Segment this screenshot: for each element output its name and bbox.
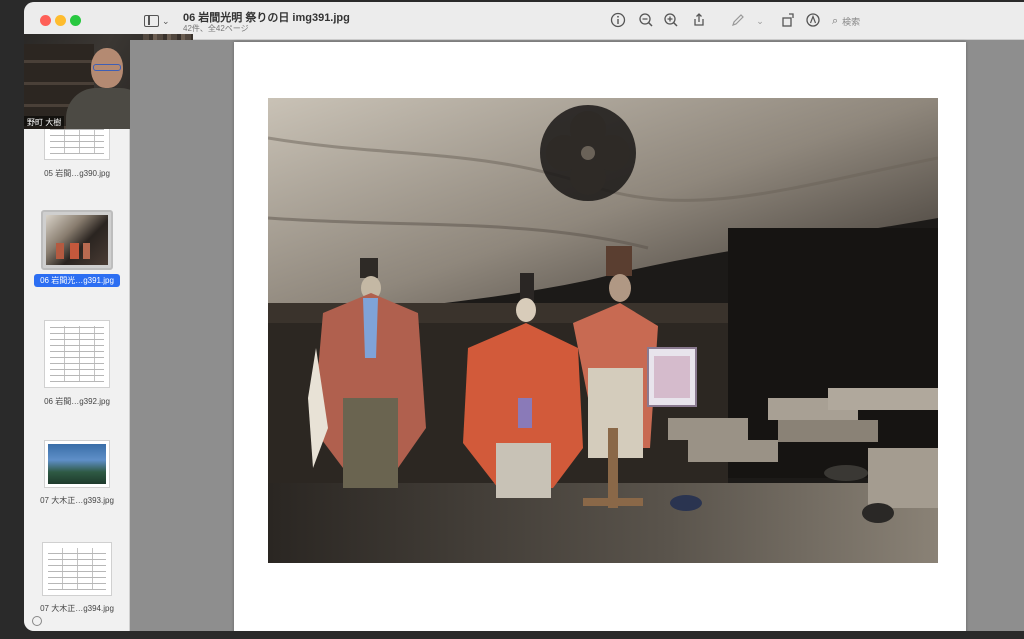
markup-menu-chevron-icon[interactable]: ⌄ <box>751 12 769 30</box>
minimize-button[interactable] <box>55 15 66 26</box>
thumbnail-image <box>44 320 110 388</box>
thumbnail-image <box>41 210 113 270</box>
maximize-button[interactable] <box>70 15 81 26</box>
add-page-icon[interactable] <box>32 616 42 626</box>
preview-window: ⌄ 06 岩間光明 祭りの日 img391.jpg 42件、全42ページ ⌄ ⌕… <box>24 2 1024 631</box>
thumbnail-caption: 05 岩間…g390.jpg <box>44 169 110 178</box>
search-field[interactable]: ⌕ 検索 <box>832 13 942 29</box>
photo <box>268 98 938 563</box>
info-icon[interactable] <box>609 12 627 30</box>
search-icon: ⌕ <box>832 14 839 27</box>
sidebar-toggle-button[interactable]: ⌄ <box>144 13 176 29</box>
thumbnail-caption: 06 岩間…g392.jpg <box>44 397 110 406</box>
zoom-out-icon[interactable] <box>637 12 655 30</box>
thumbnail-caption: 06 岩間光…g391.jpg <box>34 274 120 287</box>
annotate-icon[interactable] <box>804 12 822 30</box>
document-subtitle: 42件、全42ページ <box>183 24 249 33</box>
search-placeholder: 検索 <box>842 16 861 27</box>
thumbnail-caption: 07 大木正…g394.jpg <box>40 604 114 613</box>
sidebar-icon <box>144 15 159 27</box>
thumbnail-image <box>44 440 110 488</box>
zoom-in-icon[interactable] <box>662 12 680 30</box>
rotate-icon[interactable] <box>779 12 797 30</box>
share-icon[interactable] <box>690 12 708 30</box>
thumbnail-caption: 07 大木正…g393.jpg <box>40 496 114 505</box>
page <box>234 42 966 631</box>
markup-icon[interactable] <box>729 12 747 30</box>
document-canvas[interactable] <box>130 40 1024 631</box>
webcam-name-label: 野町 大樹 <box>24 116 65 129</box>
close-button[interactable] <box>40 15 51 26</box>
thumbnail-image <box>42 542 112 596</box>
chevron-down-icon: ⌄ <box>162 15 170 26</box>
